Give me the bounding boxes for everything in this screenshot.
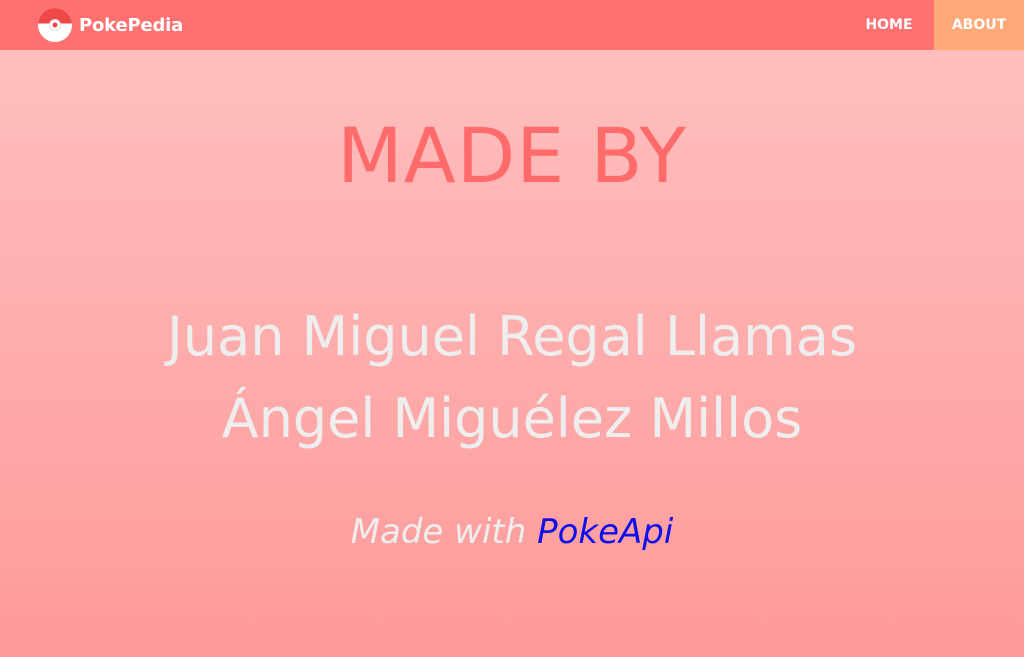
authors-list: Juan Miguel Regal Llamas Ángel Miguélez … [0,296,1024,460]
brand-name: PokePedia [79,14,184,36]
nav-home-link[interactable]: HOME [844,0,934,50]
author-name: Ángel Miguélez Millos [221,387,803,450]
pokeapi-link[interactable]: PokeApi [537,512,673,552]
credits-note: Made with PokeApi [0,512,1024,552]
about-content: MADE BY Juan Miguel Regal Llamas Ángel M… [0,50,1024,657]
nav-about-link[interactable]: ABOUT [934,0,1024,50]
credits-prefix: Made with [350,512,527,552]
author-name: Juan Miguel Regal Llamas [167,305,857,368]
pokeball-icon [38,8,72,42]
navbar: PokePedia HOME ABOUT [0,0,1024,50]
brand-link[interactable]: PokePedia [37,0,183,50]
nav-links: HOME ABOUT [844,0,1024,50]
page-title: MADE BY [337,111,687,200]
